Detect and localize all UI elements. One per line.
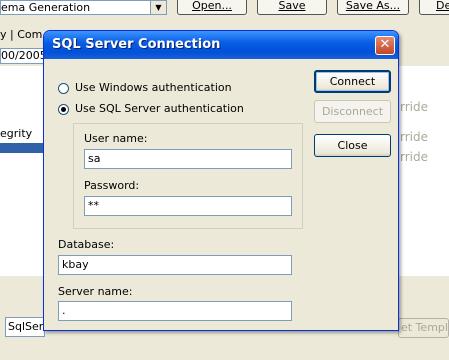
background-bottom-field[interactable]: SqlServ: [5, 317, 50, 337]
schema-combo-value: ema Generation: [1, 1, 91, 14]
sql-auth-radio-row[interactable]: Use SQL Server authentication: [58, 102, 244, 115]
background-list[interactable]: [0, 66, 45, 276]
server-name-label: Server name:: [58, 285, 133, 298]
password-input[interactable]: **: [84, 196, 292, 216]
background-template-button[interactable]: et Templa: [398, 318, 449, 338]
password-label: Password:: [84, 179, 140, 192]
windows-auth-radio-row[interactable]: Use Windows authentication: [58, 81, 232, 94]
sql-server-connection-dialog: SQL Server Connection ✕ Use Windows auth…: [43, 30, 399, 331]
open-button[interactable]: Open...: [177, 0, 247, 15]
user-name-label: User name:: [84, 132, 148, 145]
background-date-field[interactable]: 00/2005: [0, 48, 47, 64]
background-list-item-integrity[interactable]: egrity: [0, 127, 32, 140]
background-tabs[interactable]: y | Com: [0, 28, 42, 41]
save-button[interactable]: Save: [257, 0, 327, 15]
user-name-input[interactable]: sa: [84, 149, 292, 169]
dialog-title: SQL Server Connection: [52, 37, 221, 52]
sql-auth-label: Use SQL Server authentication: [75, 102, 244, 115]
database-input[interactable]: kbay: [58, 255, 292, 275]
server-name-input[interactable]: .: [58, 301, 292, 321]
windows-auth-label: Use Windows authentication: [75, 81, 232, 94]
override-label-1: rride: [400, 100, 428, 114]
override-label-3: rride: [400, 150, 428, 164]
schema-combo[interactable]: ema Generation ▼: [0, 0, 167, 15]
background-list-selection: [0, 143, 45, 153]
windows-auth-radio[interactable]: [58, 82, 69, 94]
close-icon[interactable]: ✕: [375, 36, 395, 55]
de-button[interactable]: De: [419, 0, 449, 15]
disconnect-button[interactable]: Disconnect: [314, 100, 391, 123]
chevron-down-icon[interactable]: ▼: [150, 1, 166, 14]
dialog-titlebar[interactable]: SQL Server Connection ✕: [44, 31, 398, 59]
connect-button[interactable]: Connect: [314, 70, 391, 93]
save-as-button[interactable]: Save As...: [337, 0, 409, 15]
override-label-2: rride: [400, 130, 428, 144]
close-button[interactable]: Close: [314, 134, 391, 157]
sql-auth-radio[interactable]: [58, 103, 69, 115]
background-right-panel: [398, 66, 449, 276]
database-label: Database:: [58, 238, 115, 251]
